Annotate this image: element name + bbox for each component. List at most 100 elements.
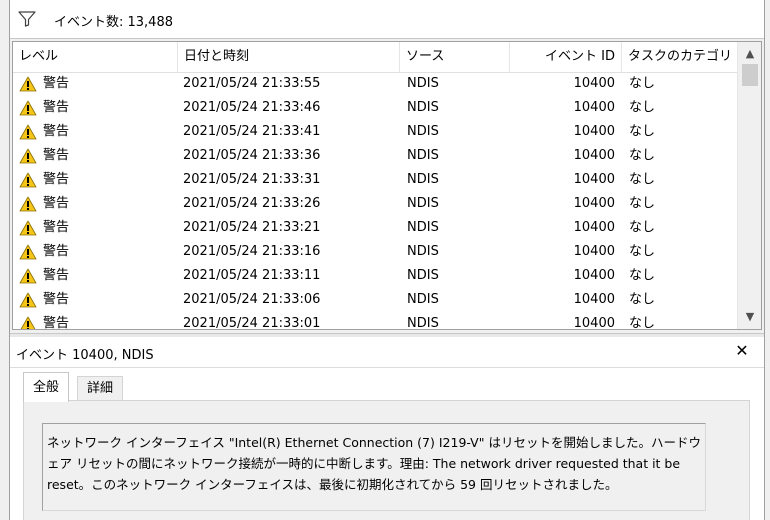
cell-level: 警告 [43,316,70,330]
event-count: イベント数: 13,488 [54,15,173,30]
tab-panel-general: ネットワーク インターフェイス "Intel(R) Ethernet Conne… [23,400,750,520]
cell-datetime: 2021/05/24 21:33:55 [183,76,321,91]
vertical-scrollbar[interactable]: ▲ ▼ [737,42,761,329]
column-header-datetime[interactable]: 日付と時刻 [177,42,399,72]
cell-task-category: なし [629,196,656,211]
cell-task-category: なし [629,220,656,235]
table-header: レベル 日付と時刻 ソース イベント ID タスクのカテゴリ [13,42,737,73]
warning-icon [19,172,37,188]
cell-level: 警告 [43,124,70,139]
warning-icon [19,124,37,140]
scroll-up-icon[interactable]: ▲ [738,44,761,64]
cell-task-category: なし [629,148,656,163]
warning-icon [19,148,37,164]
column-header-task-category[interactable]: タスクのカテゴリ [621,42,737,72]
cell-event-id: 10400 [573,124,615,139]
table-row[interactable]: 警告 2021/05/24 21:33:31 NDIS 10400 なし [13,168,737,192]
warning-icon [19,76,37,92]
cell-source: NDIS [407,76,439,91]
cell-source: NDIS [407,220,439,235]
tab-general[interactable]: 全般 [23,372,70,402]
cell-event-id: 10400 [573,172,615,187]
cell-task-category: なし [629,172,656,187]
cell-event-id: 10400 [573,220,615,235]
cell-datetime: 2021/05/24 21:33:41 [183,124,321,139]
table-row[interactable]: 警告 2021/05/24 21:33:01 NDIS 10400 なし [13,312,737,330]
table-body: 警告 2021/05/24 21:33:55 NDIS 10400 なし 警告 2021/0… [13,72,737,330]
cell-source: NDIS [407,172,439,187]
cell-datetime: 2021/05/24 21:33:31 [183,172,321,187]
cell-task-category: なし [629,292,656,307]
warning-icon [19,268,37,284]
table-row[interactable]: 警告 2021/05/24 21:33:06 NDIS 10400 なし [13,288,737,312]
cell-level: 警告 [43,172,70,187]
table-row[interactable]: 警告 2021/05/24 21:33:26 NDIS 10400 なし [13,192,737,216]
cell-event-id: 10400 [573,268,615,283]
table-row[interactable]: 警告 2021/05/24 21:33:55 NDIS 10400 なし [13,72,737,96]
cell-level: 警告 [43,268,70,283]
cell-level: 警告 [43,76,70,91]
cell-level: 警告 [43,292,70,307]
table-row[interactable]: 警告 2021/05/24 21:33:21 NDIS 10400 なし [13,216,737,240]
cell-event-id: 10400 [573,76,615,91]
detail-header: イベント 10400, NDIS ✕ [10,337,764,368]
table-row[interactable]: 警告 2021/05/24 21:33:41 NDIS 10400 なし [13,120,737,144]
cell-level: 警告 [43,220,70,235]
cell-datetime: 2021/05/24 21:33:01 [183,316,321,330]
scroll-thumb[interactable] [742,64,758,86]
cell-task-category: なし [629,76,656,91]
table-row[interactable]: 警告 2021/05/24 21:33:36 NDIS 10400 なし [13,144,737,168]
warning-icon [19,220,37,236]
cell-source: NDIS [407,292,439,307]
tab-details[interactable]: 詳細 [77,376,124,402]
column-header-event-id[interactable]: イベント ID [509,42,623,72]
cell-source: NDIS [407,244,439,259]
cell-datetime: 2021/05/24 21:33:46 [183,100,321,115]
event-list[interactable]: レベル 日付と時刻 ソース イベント ID タスクのカテゴリ 警告 2021/05… [12,41,762,330]
cell-datetime: 2021/05/24 21:33:26 [183,196,321,211]
cell-event-id: 10400 [573,100,615,115]
cell-level: 警告 [43,100,70,115]
right-window-edge [764,0,770,520]
cell-datetime: 2021/05/24 21:33:16 [183,244,321,259]
close-icon[interactable]: ✕ [732,341,752,361]
cell-source: NDIS [407,148,439,163]
cell-level: 警告 [43,196,70,211]
cell-source: NDIS [407,100,439,115]
filter-bar: イベント数: 13,488 [10,0,764,39]
cell-event-id: 10400 [573,316,615,330]
cell-datetime: 2021/05/24 21:33:36 [183,148,321,163]
event-description[interactable]: ネットワーク インターフェイス "Intel(R) Ethernet Conne… [42,423,706,511]
warning-icon [19,196,37,212]
warning-icon [20,316,36,329]
cell-event-id: 10400 [573,292,615,307]
cell-source: NDIS [407,316,439,330]
cell-datetime: 2021/05/24 21:33:21 [183,220,321,235]
warning-icon [19,100,37,116]
cell-event-id: 10400 [573,196,615,211]
cell-source: NDIS [407,268,439,283]
cell-source: NDIS [407,196,439,211]
column-header-source[interactable]: ソース [399,42,509,72]
cell-task-category: なし [629,316,656,330]
cell-task-category: なし [629,124,656,139]
cell-datetime: 2021/05/24 21:33:06 [183,292,321,307]
table-row[interactable]: 警告 2021/05/24 21:33:16 NDIS 10400 なし [13,240,737,264]
cell-task-category: なし [629,100,656,115]
scroll-down-icon[interactable]: ▼ [738,307,761,327]
detail-body: 全般 詳細 ネットワーク インターフェイス "Intel(R) Ethernet… [10,368,764,520]
cell-event-id: 10400 [573,244,615,259]
column-header-level[interactable]: レベル [13,42,173,72]
cell-level: 警告 [43,244,70,259]
cell-task-category: なし [629,244,656,259]
warning-icon [19,292,37,308]
cell-task-category: なし [629,268,656,283]
table-row[interactable]: 警告 2021/05/24 21:33:46 NDIS 10400 なし [13,96,737,120]
cell-datetime: 2021/05/24 21:33:11 [183,268,321,283]
detail-title: イベント 10400, NDIS [16,348,154,363]
filter-icon[interactable] [18,11,36,27]
table-row[interactable]: 警告 2021/05/24 21:33:11 NDIS 10400 なし [13,264,737,288]
cell-event-id: 10400 [573,148,615,163]
cell-level: 警告 [43,148,70,163]
warning-icon [19,244,37,260]
